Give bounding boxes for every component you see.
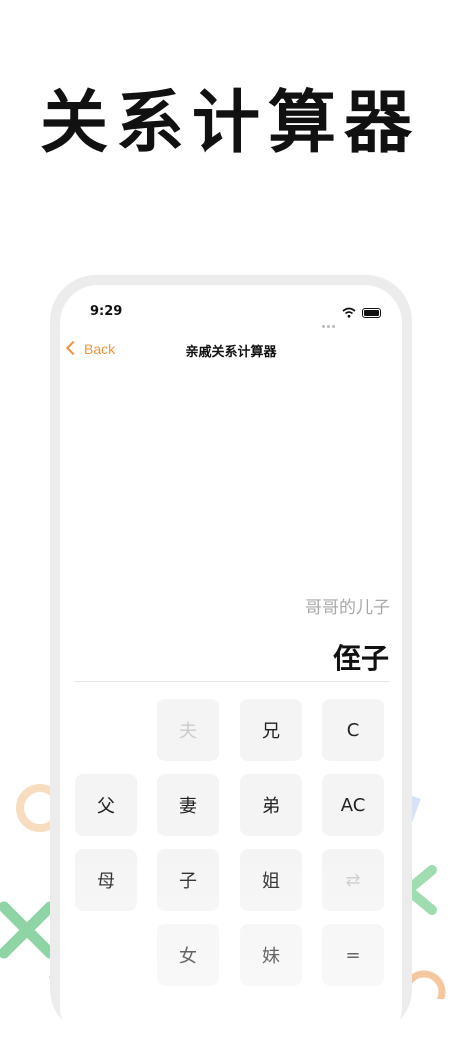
promo-title: 关系计算器 [39, 84, 420, 163]
key-son[interactable]: 子 [157, 849, 219, 911]
nav-title: 亲戚关系计算器 [185, 345, 277, 360]
result-text: 侄子 [332, 642, 389, 675]
key-elder-sister[interactable]: 姐 [240, 849, 302, 911]
display-divider [75, 681, 389, 682]
key-clear[interactable]: C [322, 699, 384, 761]
key-elder-brother[interactable]: 兄 [240, 699, 302, 761]
key-all-clear[interactable]: AC [322, 774, 384, 836]
signal-dots-icon [322, 313, 337, 332]
key-husband[interactable]: 夫 [157, 699, 219, 761]
key-equals[interactable]: = [322, 924, 384, 986]
key-daughter[interactable]: 女 [157, 924, 219, 986]
wifi-icon [342, 307, 356, 318]
key-wife[interactable]: 妻 [157, 774, 219, 836]
phone-frame: 9:29 Back 亲戚关系计算器 哥哥的儿子 侄子 夫 兄 C 父 妻 弟 A… [50, 275, 412, 1045]
navigation-bar: Back 亲戚关系计算器 [60, 339, 402, 363]
expression-text: 哥哥的儿子 [305, 598, 390, 618]
status-time: 9:29 [90, 304, 123, 319]
battery-icon [362, 308, 381, 318]
key-swap[interactable]: ⇄ [322, 849, 384, 911]
phone-screen: 9:29 Back 亲戚关系计算器 哥哥的儿子 侄子 夫 兄 C 父 妻 弟 A… [60, 285, 402, 1045]
key-mother[interactable]: 母 [75, 849, 137, 911]
key-father[interactable]: 父 [75, 774, 137, 836]
key-younger-brother[interactable]: 弟 [240, 774, 302, 836]
status-bar: 9:29 [60, 304, 402, 328]
key-younger-sister[interactable]: 妹 [240, 924, 302, 986]
